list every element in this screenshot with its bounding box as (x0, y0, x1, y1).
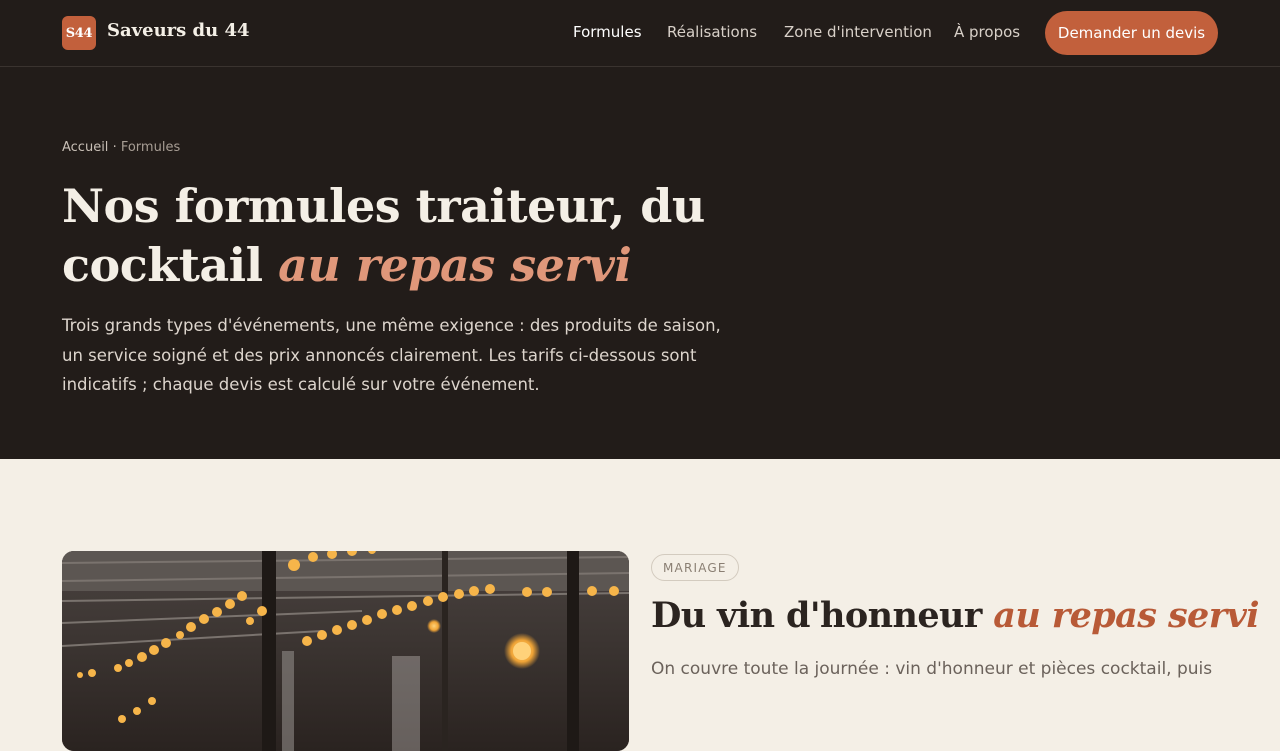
wedding-venue-photo (62, 551, 629, 751)
venue-lights-image (62, 551, 629, 751)
brand-name[interactable]: Saveurs du 44 (107, 20, 250, 41)
formula-section: MARIAGE Du vin d'honneur au repas servi … (0, 459, 1280, 751)
page-title-accent: au repas servi (278, 238, 632, 292)
formula-title-accent: au repas servi (993, 595, 1259, 636)
logo-icon[interactable]: S44 (62, 16, 96, 50)
nav-link-a-propos[interactable]: À propos (954, 23, 1020, 41)
hero-section: Accueil · Formules Nos formules traiteur… (0, 67, 1280, 459)
nav-link-realisations[interactable]: Réalisations (667, 23, 757, 41)
breadcrumb-home-link[interactable]: Accueil (62, 140, 108, 155)
event-type-badge: MARIAGE (651, 554, 739, 581)
formula-description: On couvre toute la journée : vin d'honne… (651, 659, 1213, 679)
request-quote-button[interactable]: Demander un devis (1045, 11, 1218, 55)
breadcrumb-separator: · (112, 140, 117, 155)
hero-description: Trois grands types d'événements, une mêm… (62, 316, 721, 394)
top-navigation-bar: S44 Saveurs du 44 Formules Réalisations … (0, 0, 1280, 67)
page-title: Nos formules traiteur, du cocktail au re… (62, 177, 762, 295)
formula-title-main: Du vin d'honneur (651, 595, 982, 636)
breadcrumb-current: Formules (120, 140, 181, 155)
formula-title: Du vin d'honneur au repas servi (651, 593, 1271, 639)
nav-link-formules[interactable]: Formules (573, 23, 642, 41)
breadcrumb: Accueil · Formules (62, 140, 180, 155)
nav-link-zone-intervention[interactable]: Zone d'intervention (784, 23, 932, 41)
